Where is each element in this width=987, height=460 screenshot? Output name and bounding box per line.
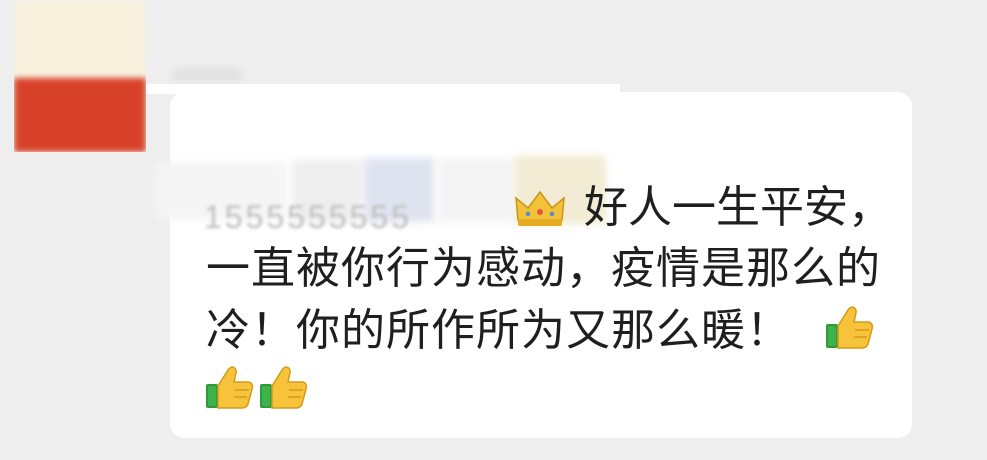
crown-icon [515, 190, 565, 226]
masked-phone-number: 1555555555 [204, 204, 412, 230]
avatar[interactable] [14, 0, 146, 152]
message-text-line-2: 一直被你行为感动，疫情是那么的 [206, 243, 881, 294]
redaction-blur [438, 158, 514, 222]
thumbs-up-icon [206, 366, 254, 409]
message-text-line-3: 冷！你的所作所为又那么暖！ [206, 305, 791, 356]
thumbs-up-icon [260, 366, 308, 409]
avatar-image [14, 0, 146, 152]
bubble-top-edge [146, 84, 620, 94]
message-text-line-1: 好人一生平安， [584, 182, 892, 233]
blurred-username [172, 68, 242, 82]
thumbs-up-icon [826, 306, 874, 349]
